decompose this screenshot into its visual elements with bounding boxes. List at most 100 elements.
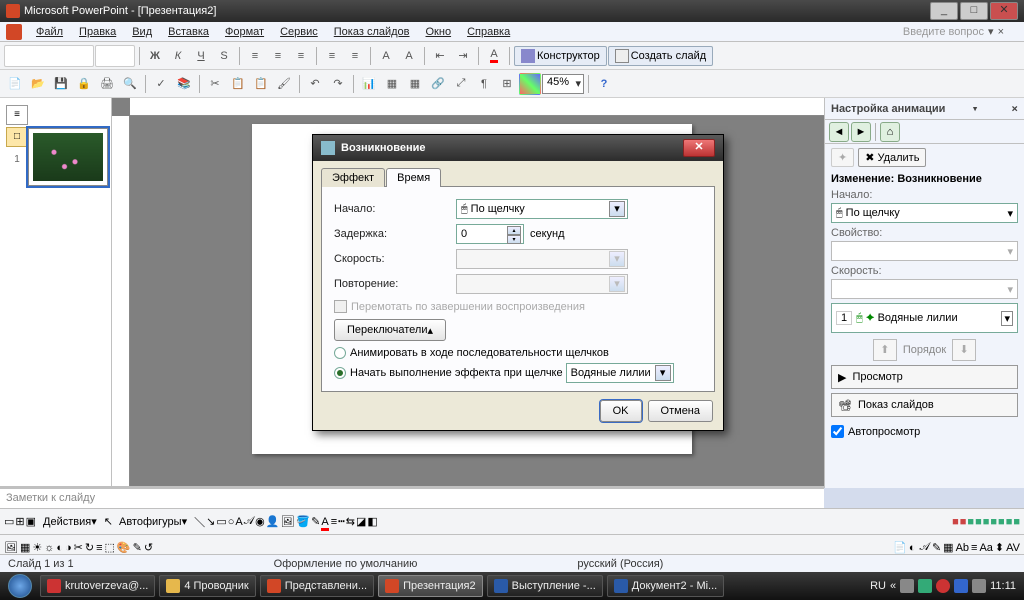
- slideshow-button[interactable]: 📽 Показ слайдов: [831, 393, 1018, 417]
- tables-button[interactable]: ▦: [404, 73, 426, 95]
- tray-lang[interactable]: RU: [870, 580, 886, 592]
- pic-8[interactable]: ↻: [85, 541, 94, 554]
- cut-button[interactable]: ✂: [204, 73, 226, 95]
- wa-1[interactable]: 📄: [893, 541, 907, 554]
- ok-button[interactable]: OK: [600, 400, 642, 422]
- extra-4[interactable]: ■: [975, 516, 982, 528]
- wa-9[interactable]: ⬍: [995, 541, 1004, 554]
- extra-8[interactable]: ■: [1006, 516, 1013, 528]
- start-button[interactable]: [2, 572, 38, 600]
- extra-7[interactable]: ■: [998, 516, 1005, 528]
- copy-button[interactable]: 📋: [227, 73, 249, 95]
- wa-6[interactable]: Ab: [956, 542, 969, 554]
- menu-view[interactable]: Вид: [124, 24, 160, 40]
- italic-button[interactable]: К: [167, 45, 189, 67]
- thumbnail-slide-1[interactable]: [28, 128, 108, 186]
- menu-format[interactable]: Формат: [217, 24, 272, 40]
- bullets-button[interactable]: ≡: [344, 45, 366, 67]
- tray-icon-5[interactable]: [972, 579, 986, 593]
- ask-question-box[interactable]: Введите вопрос▾×: [903, 25, 1024, 38]
- font-color-button[interactable]: A: [483, 45, 505, 67]
- move-up-button[interactable]: ⬆: [873, 339, 897, 361]
- menu-window[interactable]: Окно: [418, 24, 460, 40]
- chart-button[interactable]: 📊: [358, 73, 380, 95]
- picture-tool[interactable]: 🖼: [280, 515, 294, 528]
- taskbar-item-1[interactable]: krutoverzeva@...: [40, 575, 155, 597]
- wa-4[interactable]: ✎: [932, 541, 941, 554]
- print-button[interactable]: 🖨: [96, 73, 118, 95]
- format-painter-button[interactable]: 🖌: [273, 73, 295, 95]
- expand-button[interactable]: ⤢: [450, 73, 472, 95]
- save-button[interactable]: 💾: [50, 73, 72, 95]
- menu-edit[interactable]: Правка: [71, 24, 124, 40]
- taskpane-forward-button[interactable]: ►: [851, 122, 871, 142]
- slides-tab-button[interactable]: □: [6, 127, 28, 147]
- taskbar-item-2[interactable]: 4 Проводник: [159, 575, 255, 597]
- radio-sequence[interactable]: [334, 347, 346, 359]
- arrow-style-button[interactable]: ⇆: [346, 515, 355, 528]
- dialog-close-button[interactable]: ✕: [683, 139, 715, 157]
- slideshow-view-button[interactable]: ▣: [26, 515, 36, 528]
- fill-color-button[interactable]: 🪣: [296, 515, 310, 528]
- tray-time[interactable]: 11:11: [990, 580, 1016, 592]
- align-right-button[interactable]: ≡: [290, 45, 312, 67]
- tab-time[interactable]: Время: [386, 168, 441, 187]
- align-center-button[interactable]: ≡: [267, 45, 289, 67]
- menu-tools[interactable]: Сервис: [272, 24, 326, 40]
- extra-1[interactable]: ■: [952, 516, 959, 528]
- underline-button[interactable]: Ч: [190, 45, 212, 67]
- permission-button[interactable]: 🔒: [73, 73, 95, 95]
- actions-menu[interactable]: Действия ▾: [38, 512, 102, 531]
- menu-slideshow[interactable]: Показ слайдов: [326, 24, 418, 40]
- extra-6[interactable]: ■: [990, 516, 997, 528]
- pic-11[interactable]: 🎨: [117, 541, 131, 554]
- tray-icon-2[interactable]: [918, 579, 932, 593]
- pic-3[interactable]: ☀: [32, 541, 42, 554]
- zoom-combo[interactable]: 45%: [542, 74, 584, 94]
- tray-icon-3[interactable]: [936, 579, 950, 593]
- decrease-indent-button[interactable]: ⇤: [429, 45, 451, 67]
- show-formatting-button[interactable]: ¶: [473, 73, 495, 95]
- line-tool[interactable]: ＼: [194, 514, 205, 530]
- taskpane-back-button[interactable]: ◄: [829, 122, 849, 142]
- dash-style-button[interactable]: ┅: [338, 515, 345, 528]
- diagram-tool[interactable]: ◉: [255, 515, 265, 528]
- increase-indent-button[interactable]: ⇥: [452, 45, 474, 67]
- line-style-button[interactable]: ≡: [331, 516, 337, 528]
- taskbar-item-3[interactable]: Представлени...: [260, 575, 374, 597]
- pic-1[interactable]: 🖼: [4, 541, 18, 554]
- preview-button[interactable]: ▶ Просмотр: [831, 365, 1018, 389]
- oval-tool[interactable]: ○: [228, 516, 235, 528]
- autopreview-checkbox[interactable]: [831, 425, 844, 438]
- cancel-button[interactable]: Отмена: [648, 400, 713, 422]
- new-slide-button[interactable]: Создать слайд: [608, 46, 713, 66]
- fontsize-combo[interactable]: [95, 45, 135, 67]
- shadow-style-button[interactable]: ◪: [356, 515, 366, 528]
- research-button[interactable]: 📚: [173, 73, 195, 95]
- notes-pane[interactable]: Заметки к слайду: [0, 486, 824, 508]
- designer-button[interactable]: Конструктор: [514, 46, 607, 66]
- numbering-button[interactable]: ≡: [321, 45, 343, 67]
- 3d-style-button[interactable]: ◧: [367, 515, 377, 528]
- grid-button[interactable]: ⊞: [496, 73, 518, 95]
- font-combo[interactable]: [4, 45, 94, 67]
- extra-9[interactable]: ■: [1013, 516, 1020, 528]
- help-button[interactable]: ?: [593, 73, 615, 95]
- arrow-tool[interactable]: ↘: [206, 515, 215, 528]
- font-color-button-2[interactable]: A: [321, 516, 328, 528]
- tab-effect[interactable]: Эффект: [321, 168, 385, 187]
- taskbar-item-6[interactable]: Документ2 - Mi...: [607, 575, 724, 597]
- pic-2[interactable]: ▦: [20, 541, 30, 554]
- pic-9[interactable]: ≡: [96, 542, 102, 554]
- align-left-button[interactable]: ≡: [244, 45, 266, 67]
- rectangle-tool[interactable]: ▭: [216, 515, 226, 528]
- bold-button[interactable]: Ж: [144, 45, 166, 67]
- redo-button[interactable]: ↷: [327, 73, 349, 95]
- pic-13[interactable]: ↺: [144, 541, 153, 554]
- start-select[interactable]: 🖱 По щелчку▾: [831, 203, 1018, 223]
- move-down-button[interactable]: ⬇: [952, 339, 976, 361]
- wa-7[interactable]: ≡: [971, 542, 977, 554]
- taskpane-dropdown-icon[interactable]: ▾: [972, 102, 985, 115]
- tray-icon-1[interactable]: [900, 579, 914, 593]
- select-tool[interactable]: ↖: [104, 515, 113, 528]
